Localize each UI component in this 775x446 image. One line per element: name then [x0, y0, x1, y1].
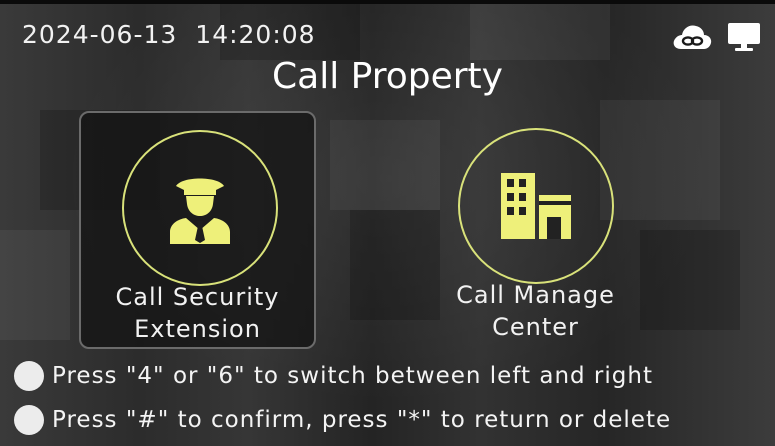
date-text: 2024-06-13 [22, 20, 178, 49]
option-label-line1: Call Security [115, 283, 280, 311]
page-title: Call Property [272, 56, 503, 97]
hint-text: Press "#" to confirm, press "*" to retur… [52, 407, 672, 433]
bullet-icon [14, 405, 44, 435]
option-label: Call Manage Center [417, 279, 654, 343]
option-icon-ring [122, 130, 278, 286]
call-manage-center-option[interactable]: Call Manage Center [417, 111, 654, 349]
monitor-icon [728, 23, 760, 51]
call-property-screen: 2024-06-13 14:20:08 Call Property Call Se… [0, 0, 775, 446]
hint-switch: Press "4" or "6" to switch between left … [14, 361, 653, 391]
call-security-extension-option[interactable]: Call Security Extension [79, 111, 316, 349]
option-icon-ring [458, 128, 614, 284]
option-label-line2: Center [492, 313, 579, 341]
top-bezel [0, 0, 775, 4]
security-guard-icon [170, 178, 230, 244]
bullet-icon [14, 361, 44, 391]
option-label: Call Security Extension [81, 281, 314, 345]
status-icons [671, 22, 761, 52]
datetime: 2024-06-13 14:20:08 [22, 20, 316, 49]
hint-text: Press "4" or "6" to switch between left … [52, 363, 653, 389]
hint-confirm: Press "#" to confirm, press "*" to retur… [14, 405, 671, 435]
option-label-line2: Extension [134, 315, 261, 343]
building-icon [501, 173, 571, 239]
time-text: 14:20:08 [195, 20, 316, 49]
option-label-line1: Call Manage [456, 281, 615, 309]
cloud-link-icon [673, 25, 712, 49]
